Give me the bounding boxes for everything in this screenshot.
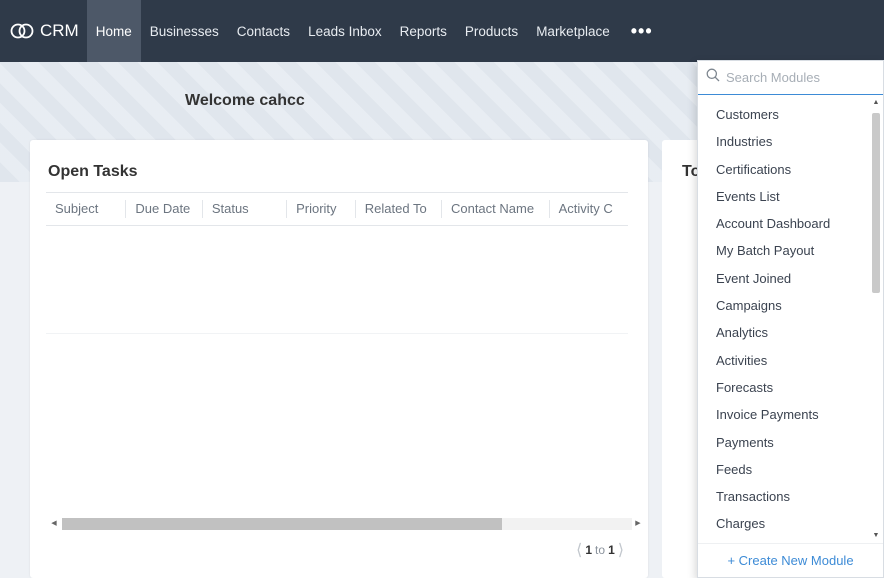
module-item[interactable]: Events List xyxy=(698,183,870,210)
module-search-input[interactable] xyxy=(726,70,866,85)
nav-home[interactable]: Home xyxy=(86,0,141,62)
nav-reports[interactable]: Reports xyxy=(391,0,456,62)
top-nav-bar: CRM Home Businesses Contacts Leads Inbox… xyxy=(0,0,884,62)
app-name: CRM xyxy=(40,21,79,40)
module-search-box xyxy=(698,61,883,95)
column-header-contact-name[interactable]: Contact Name xyxy=(442,200,550,218)
nav-businesses[interactable]: Businesses xyxy=(141,0,228,62)
module-item[interactable]: Activities xyxy=(698,347,870,374)
create-new-module-link[interactable]: + Create New Module xyxy=(698,543,883,577)
column-header-status[interactable]: Status xyxy=(203,200,288,218)
module-item[interactable]: My Batch Payout xyxy=(698,237,870,264)
nav-products[interactable]: Products xyxy=(456,0,527,62)
search-icon xyxy=(706,68,720,87)
scroll-down-arrow-icon[interactable]: ▼ xyxy=(871,532,881,539)
module-item[interactable]: Certifications xyxy=(698,156,870,183)
column-header-priority[interactable]: Priority xyxy=(287,200,356,218)
scroll-left-arrow-icon[interactable]: ◀ xyxy=(48,518,60,530)
module-list: Customers Industries Certifications Even… xyxy=(698,101,870,537)
prev-page-icon[interactable]: ⟨ xyxy=(576,540,582,560)
module-item[interactable]: Account Dashboard xyxy=(698,210,870,237)
horizontal-scroll-thumb[interactable] xyxy=(62,518,502,530)
module-item[interactable]: Invoice Payments xyxy=(698,401,870,428)
open-tasks-card: Open Tasks Subject Due Date Status Prior… xyxy=(30,140,648,578)
module-item[interactable]: Campaigns xyxy=(698,292,870,319)
module-item[interactable]: Event Joined xyxy=(698,265,870,292)
module-item[interactable]: Feeds xyxy=(698,456,870,483)
module-list-scrollbar[interactable]: ▲ ▼ xyxy=(871,99,881,539)
page-to-word: to xyxy=(595,543,606,557)
module-list-scroll-thumb[interactable] xyxy=(872,113,880,293)
more-modules-button[interactable]: ••• xyxy=(619,0,665,62)
module-item[interactable]: Charges xyxy=(698,510,870,537)
open-tasks-table-header: Subject Due Date Status Priority Related… xyxy=(46,192,628,226)
column-header-related-to[interactable]: Related To xyxy=(356,200,442,218)
table-divider xyxy=(46,333,628,334)
module-item[interactable]: Payments xyxy=(698,429,870,456)
modules-dropdown: Customers Industries Certifications Even… xyxy=(697,60,884,578)
module-item[interactable]: Industries xyxy=(698,128,870,155)
column-header-subject[interactable]: Subject xyxy=(46,200,127,218)
module-item[interactable]: Forecasts xyxy=(698,374,870,401)
column-header-activity[interactable]: Activity C xyxy=(550,200,628,218)
scroll-up-arrow-icon[interactable]: ▲ xyxy=(871,99,881,106)
page-from: 1 xyxy=(585,543,593,557)
nav-leads-inbox[interactable]: Leads Inbox xyxy=(299,0,391,62)
module-item[interactable]: Customers xyxy=(698,101,870,128)
open-tasks-title: Open Tasks xyxy=(48,163,138,180)
nav-contacts[interactable]: Contacts xyxy=(228,0,299,62)
module-item[interactable]: Analytics xyxy=(698,319,870,346)
welcome-text: Welcome cahcc xyxy=(185,92,305,109)
horizontal-scrollbar[interactable]: ◀ ▶ xyxy=(51,518,641,530)
nav-marketplace[interactable]: Marketplace xyxy=(527,0,619,62)
crm-logo-icon xyxy=(10,23,34,39)
column-header-due-date[interactable]: Due Date xyxy=(126,200,203,218)
next-page-icon[interactable]: ⟩ xyxy=(618,540,624,560)
page-to: 1 xyxy=(608,543,615,557)
scroll-right-arrow-icon[interactable]: ▶ xyxy=(632,518,644,530)
crm-logo[interactable]: CRM xyxy=(0,0,87,62)
module-item[interactable]: Transactions xyxy=(698,483,870,510)
pagination: ⟨ 1 to 1 ⟩ xyxy=(576,540,624,560)
